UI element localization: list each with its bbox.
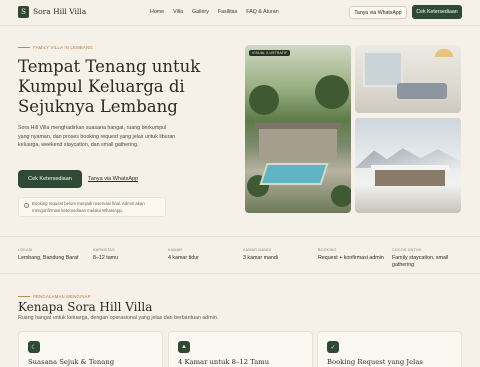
why-title: Kenapa Sora Hill Villa bbox=[18, 300, 153, 314]
feature-card-title: Booking Request yang Jelas bbox=[327, 358, 423, 366]
info-capacity: KAPASITAS 8–12 tamu bbox=[93, 248, 118, 262]
eyebrow-line bbox=[18, 47, 30, 48]
room-sofa bbox=[397, 83, 447, 99]
info-label: KAMAR bbox=[168, 248, 183, 252]
room-lamp bbox=[435, 49, 453, 57]
booking-note-text: Booking request belum menjadi reservasi … bbox=[32, 201, 145, 213]
visual-tag: VISUAL ILUSTRATIF bbox=[249, 50, 291, 56]
why-subtitle: Ruang hangat untuk keluarga, dengan oper… bbox=[18, 315, 219, 321]
info-value: Request + konfirmasi admin bbox=[318, 255, 384, 261]
check-icon: ✓ bbox=[327, 341, 339, 353]
info-value: 4 kamar tidur bbox=[168, 255, 199, 261]
why-eyebrow: PENGALAMAN MENGINAP bbox=[18, 294, 91, 299]
villa-pool-photo: VISUAL ILUSTRATIF bbox=[245, 45, 351, 213]
hero-check-availability-button[interactable]: Cek Ketersediaan bbox=[18, 170, 82, 188]
info-suited-for: COCOK UNTUK Family staycation, small gat… bbox=[392, 248, 462, 269]
info-bedrooms: KAMAR 4 kamar tidur bbox=[168, 248, 199, 262]
menu-item-home[interactable]: Home bbox=[150, 9, 164, 15]
check-availability-button[interactable]: Cek Ketersediaan bbox=[412, 5, 462, 19]
tree-shape bbox=[315, 75, 349, 109]
info-label: BOOKING bbox=[318, 248, 337, 252]
booking-note: i Booking request belum menjadi reservas… bbox=[18, 197, 166, 217]
hero-title: Tempat Tenang untuk Kumpul Keluarga di S… bbox=[18, 57, 201, 116]
info-location: LOKASI Lembang, Bandung Barat bbox=[18, 248, 78, 262]
info-booking: BOOKING Request + konfirmasi admin bbox=[318, 248, 384, 262]
mountain-cabin-photo bbox=[355, 118, 461, 213]
menu-item-gallery[interactable]: Gallery bbox=[192, 9, 209, 15]
info-value: Family staycation, small gathering bbox=[392, 255, 449, 268]
hero-eyebrow: FAMILY VILLA IN LEMBANG bbox=[18, 45, 93, 50]
info-value: 3 kamar mandi bbox=[243, 255, 279, 261]
main-menu: Home Villa Gallery Fasilitas FAQ & Atura… bbox=[150, 9, 288, 15]
menu-item-villa[interactable]: Villa bbox=[173, 9, 183, 15]
feature-card-booking: ✓ Booking Request yang Jelas bbox=[317, 331, 462, 367]
info-label: KAPASITAS bbox=[93, 248, 115, 252]
info-value: 8–12 tamu bbox=[93, 255, 119, 261]
top-navbar: S Sora Hill Villa Home Villa Gallery Fas… bbox=[0, 0, 480, 26]
eyebrow-line bbox=[18, 296, 30, 297]
info-bathrooms: KAMAR MANDI 3 kamar mandi bbox=[243, 248, 278, 262]
feature-card-cool: ☾ Suasana Sejuk & Tenang bbox=[18, 331, 163, 367]
info-label: COCOK UNTUK bbox=[392, 248, 422, 252]
why-eyebrow-text: PENGALAMAN MENGINAP bbox=[33, 294, 91, 299]
whatsapp-button[interactable]: Tanya via WhatsApp bbox=[349, 6, 407, 19]
living-room-photo bbox=[355, 45, 461, 113]
info-value: Lembang, Bandung Barat bbox=[18, 255, 79, 261]
logo-icon[interactable]: S bbox=[18, 6, 29, 18]
hero-whatsapp-link[interactable]: Tanya via WhatsApp bbox=[88, 176, 138, 182]
menu-item-fasilitas[interactable]: Fasilitas bbox=[218, 9, 237, 15]
feature-card-title: Suasana Sejuk & Tenang bbox=[28, 358, 115, 366]
menu-item-faq[interactable]: FAQ & Aturan bbox=[246, 9, 278, 15]
room-window bbox=[363, 51, 403, 87]
info-label: KAMAR MANDI bbox=[243, 248, 272, 252]
mountain-icon: ▲ bbox=[178, 341, 190, 353]
feature-card-rooms: ▲ 4 Kamar untuk 8–12 Tamu bbox=[168, 331, 313, 367]
moon-icon: ☾ bbox=[28, 341, 40, 353]
feature-card-title: 4 Kamar untuk 8–12 Tamu bbox=[178, 358, 270, 366]
villa-building bbox=[259, 129, 337, 159]
hero-description: Sora Hill Villa menghadirkan suasana han… bbox=[18, 125, 176, 149]
tree-shape bbox=[249, 85, 279, 115]
hero-eyebrow-text: FAMILY VILLA IN LEMBANG bbox=[33, 45, 93, 50]
tree-shape bbox=[331, 185, 351, 207]
pool-shape bbox=[259, 163, 329, 185]
info-icon: i bbox=[24, 203, 29, 208]
brand-name[interactable]: Sora Hill Villa bbox=[33, 7, 86, 16]
info-label: LOKASI bbox=[18, 248, 33, 252]
cabin-shape bbox=[375, 170, 445, 186]
